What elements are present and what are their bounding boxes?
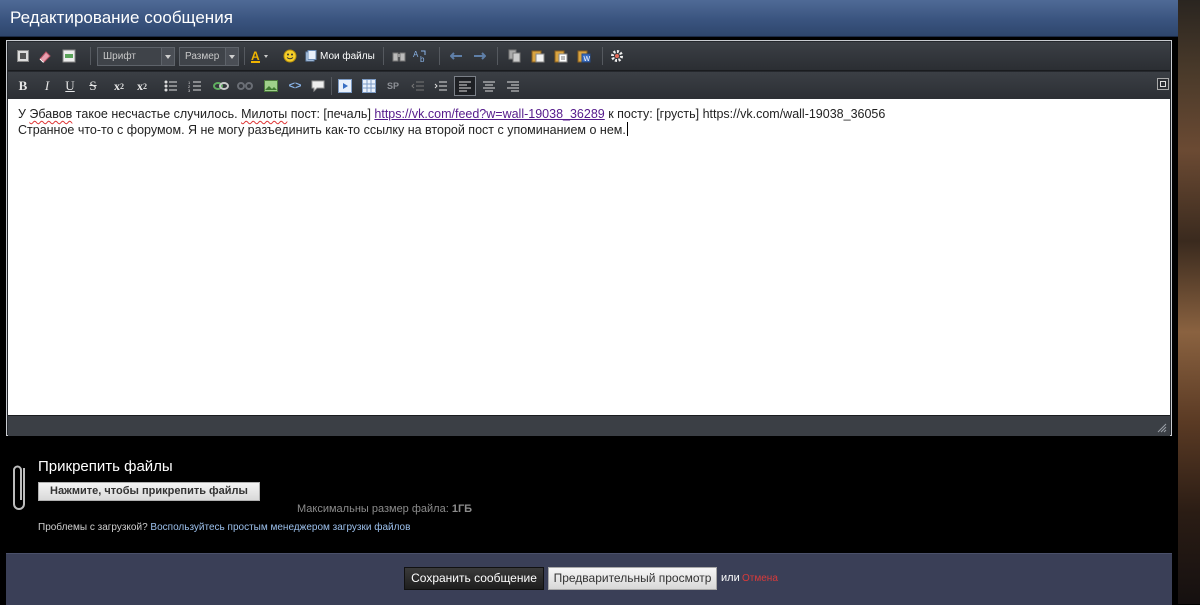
toolbar-separator [383,47,384,65]
indent-icon[interactable] [432,76,450,96]
align-left-icon[interactable] [454,76,476,96]
text-cursor [626,122,628,136]
max-file-size: Максимальны размер файла: 1ГБ [297,503,472,515]
strikethrough-button[interactable]: S [84,76,102,96]
files-icon [305,50,317,62]
source-mode-icon[interactable] [14,46,32,66]
eraser-icon[interactable] [36,46,54,66]
toolbar-separator [439,47,440,65]
misspelled-word: Эбавов [29,107,73,121]
spoiler-button[interactable]: SP [384,76,402,96]
numbered-list-icon[interactable]: 123 [186,76,204,96]
paperclip-icon [13,465,25,510]
edit-post-dialog: Редактирование сообщения Шрифт Размер A … [0,0,1178,605]
text-segment: У [18,107,30,121]
outdent-icon[interactable] [409,76,427,96]
toolbar-separator [331,77,332,95]
text-segment: к посту: [грусть] https://vk.com/wall-19… [604,107,886,121]
subscript-button[interactable]: x2 [110,76,128,96]
size-select[interactable]: Размер [179,47,239,66]
toolbar-separator [244,47,245,65]
post-link[interactable]: https://vk.com/feed?w=wall-19038_36289 [374,107,604,121]
svg-text:A: A [413,50,419,59]
quote-icon[interactable] [309,76,327,96]
toolbar-separator [90,47,91,65]
title-bar: Редактирование сообщения [0,0,1178,37]
dialog-title: Редактирование сообщения [10,8,233,27]
toggle-toolbar-icon[interactable] [60,46,78,66]
svg-text:W: W [584,56,591,63]
editor-toolbar-top: Шрифт Размер A Мои файлы A b W [8,42,1170,71]
my-files-button[interactable]: Мои файлы [305,46,375,66]
code-icon[interactable]: <> [286,76,304,96]
table-icon[interactable] [360,76,378,96]
editor-line-2: Странное что-то с форумом. Я не могу раз… [18,122,1160,138]
unlink-icon[interactable] [236,76,254,96]
maximize-icon[interactable] [1157,78,1169,90]
max-size-value: 1ГБ [451,503,473,515]
align-center-icon[interactable] [480,76,498,96]
redo-icon[interactable] [470,46,488,66]
svg-text:3: 3 [188,88,191,92]
rich-text-editor: Шрифт Размер A Мои файлы A b W B I U S x… [6,40,1172,436]
underline-button[interactable]: U [61,76,79,96]
svg-text:b: b [420,55,425,63]
upload-problems-text: Проблемы с загрузкой? Воспользуйтесь про… [38,522,410,533]
background-artwork [1178,0,1200,604]
bullet-list-icon[interactable] [162,76,180,96]
size-select-label: Размер [185,51,220,62]
svg-text:A: A [251,49,260,63]
paste-text-icon[interactable] [552,46,570,66]
preview-button[interactable]: Предварительный просмотр [548,567,717,590]
problems-label: Проблемы с загрузкой? [38,522,148,533]
copy-icon[interactable] [506,46,524,66]
editor-line-1: У Эбавов такое несчастье случилось. Мило… [18,107,1160,122]
smiley-icon[interactable] [281,46,299,66]
font-select[interactable]: Шрифт [97,47,175,66]
gear-icon[interactable] [608,46,626,66]
align-right-icon[interactable] [504,76,522,96]
text-segment: пост: [печаль] [287,107,375,121]
save-post-button[interactable]: Сохранить сообщение [404,567,544,590]
cancel-link[interactable]: Отмена [742,573,778,584]
simple-uploader-link[interactable]: Воспользуйтесь простым менеджером загруз… [150,522,410,533]
resize-grip-icon[interactable] [1157,423,1167,433]
max-size-label: Максимальны размер файла: [297,503,449,515]
toolbar-separator [602,47,603,65]
media-icon[interactable] [336,76,354,96]
text-color-icon[interactable]: A [251,46,271,66]
bold-button[interactable]: B [14,76,32,96]
editor-status-bar [8,415,1170,436]
undo-icon[interactable] [448,46,466,66]
attach-files-button[interactable]: Нажмите, чтобы прикрепить файлы [38,482,260,501]
superscript-button[interactable]: x2 [133,76,151,96]
my-files-label: Мои файлы [320,50,375,62]
text-segment: такое несчастье случилось. [72,107,242,121]
editor-text-area[interactable]: У Эбавов такое несчастье случилось. Мило… [8,99,1170,415]
attach-files-title: Прикрепить файлы [38,458,173,475]
editor-toolbar-bottom: B I U S x2 x2 123 <> SP [8,72,1170,101]
find-icon[interactable] [390,46,408,66]
chevron-down-icon [161,48,174,65]
replace-icon[interactable]: Ab [412,46,430,66]
toolbar-separator [497,47,498,65]
text-segment: Странное что-то с форумом. Я не могу раз… [18,123,626,137]
paste-word-icon[interactable]: W [575,46,593,66]
or-text: или [721,572,740,584]
font-select-label: Шрифт [103,51,136,62]
paste-icon[interactable] [529,46,547,66]
link-icon[interactable] [212,76,230,96]
image-icon[interactable] [262,76,280,96]
chevron-down-icon [225,48,238,65]
italic-button[interactable]: I [38,76,56,96]
misspelled-word: Милоты [241,107,288,121]
